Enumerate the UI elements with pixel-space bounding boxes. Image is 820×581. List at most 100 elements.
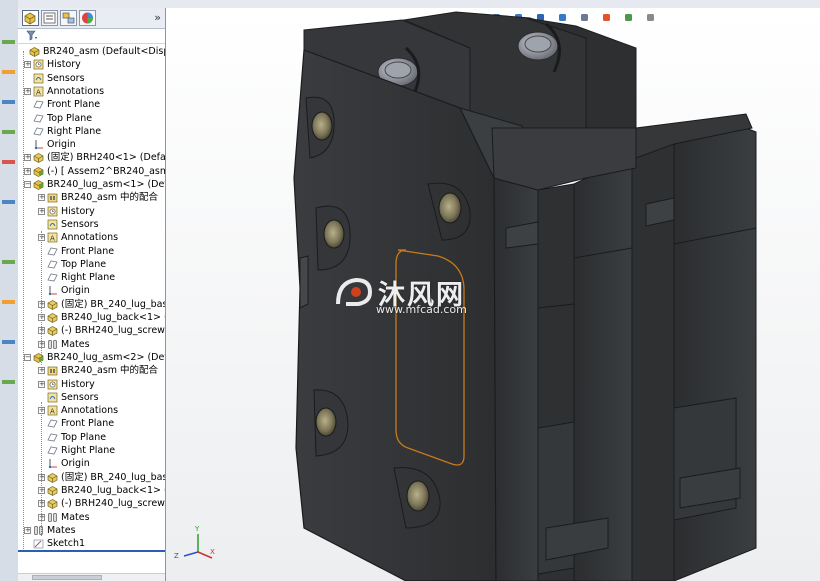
triad-x-label: X bbox=[210, 548, 215, 556]
part-icon bbox=[47, 498, 58, 510]
expand-toggle-icon[interactable]: + bbox=[38, 207, 45, 215]
mates-folder-icon bbox=[47, 192, 58, 203]
expand-toggle-icon[interactable]: + bbox=[24, 526, 31, 534]
sketch-icon bbox=[33, 538, 44, 549]
history-icon bbox=[47, 379, 58, 390]
tree-item-label: Front Plane bbox=[47, 99, 101, 111]
tree-guide-line bbox=[41, 402, 42, 536]
mates-icon bbox=[47, 512, 58, 523]
plane-icon bbox=[47, 246, 58, 257]
origin-icon bbox=[33, 139, 44, 150]
assembly-icon bbox=[29, 46, 40, 57]
tree-item-label: (-) [ Assem2^BR240_asm ] bbox=[47, 165, 167, 177]
command-strip-icon[interactable] bbox=[2, 160, 15, 164]
part-icon bbox=[47, 325, 58, 337]
command-strip-icon[interactable] bbox=[2, 40, 15, 44]
part-icon bbox=[47, 472, 58, 483]
tree-item-label: History bbox=[47, 59, 81, 71]
tree-item-label: Right Plane bbox=[47, 125, 102, 137]
tree-item-label: Sketch1 bbox=[47, 538, 86, 550]
tree-item-label: (-) BRH240_lug_screw< bbox=[61, 498, 167, 510]
svg-text:A: A bbox=[50, 235, 55, 243]
tree-item-label: Right Plane bbox=[61, 272, 116, 284]
graphics-viewport[interactable]: 沐风网 www.mfcad.com Y Z X bbox=[166, 8, 820, 581]
property-manager-tab[interactable] bbox=[41, 10, 58, 26]
expand-toggle-icon[interactable]: + bbox=[24, 154, 31, 162]
tree-item-label: BR240_lug_back<1> (D bbox=[61, 484, 167, 496]
triad-z-label: Z bbox=[174, 552, 179, 560]
tree-item-label: Origin bbox=[61, 458, 90, 470]
plane-icon bbox=[33, 126, 44, 137]
command-strip-icon[interactable] bbox=[2, 100, 15, 104]
command-manager-strip bbox=[0, 0, 19, 581]
history-icon bbox=[33, 59, 44, 70]
tree-guide-line bbox=[23, 51, 24, 551]
collapse-toggle-icon[interactable]: − bbox=[24, 181, 31, 188]
panel-horizontal-scrollbar[interactable] bbox=[18, 573, 165, 581]
tree-item-label: (固定) BRH240<1> (Defaul bbox=[47, 152, 167, 164]
tree-item-label: (-) BRH240_lug_screw< bbox=[61, 325, 167, 337]
display-manager-tab[interactable] bbox=[79, 10, 96, 26]
rollback-bar[interactable] bbox=[18, 550, 165, 552]
tree-item-label: Annotations bbox=[61, 405, 119, 417]
sensors-icon bbox=[47, 219, 58, 230]
watermark-url: www.mfcad.com bbox=[376, 303, 467, 316]
tree-item-label: BR240_lug_asm<2> (Defau bbox=[47, 351, 167, 363]
plane-icon bbox=[47, 259, 58, 270]
plane-icon bbox=[47, 418, 58, 429]
expand-toggle-icon[interactable]: + bbox=[24, 167, 31, 175]
configuration-manager-tab[interactable] bbox=[60, 10, 77, 26]
expand-toggle-icon[interactable]: + bbox=[38, 367, 45, 375]
command-strip-icon[interactable] bbox=[2, 340, 15, 344]
tree-item-label: History bbox=[61, 205, 95, 217]
tree-item-label: Right Plane bbox=[61, 445, 116, 456]
plane-icon bbox=[47, 432, 58, 443]
tree-item-label: Mates bbox=[47, 524, 76, 536]
tree-item-label: BR240_lug_asm<1> (Defau bbox=[47, 179, 167, 190]
tree-filter-bar bbox=[18, 28, 165, 44]
plane-icon bbox=[47, 272, 58, 283]
filter-icon[interactable] bbox=[26, 30, 38, 41]
expand-panel-icon[interactable]: » bbox=[154, 11, 161, 24]
subassembly-icon bbox=[33, 352, 44, 363]
command-strip-icon[interactable] bbox=[2, 130, 15, 134]
subassembly-icon bbox=[33, 166, 44, 177]
tree-item-label: Front Plane bbox=[61, 245, 115, 257]
svg-text:A: A bbox=[36, 88, 41, 96]
command-strip-icon[interactable] bbox=[2, 200, 15, 204]
tree-item-label: Top Plane bbox=[61, 258, 107, 270]
plane-icon bbox=[47, 445, 58, 456]
tree-item-label: History bbox=[61, 378, 95, 390]
expand-toggle-icon[interactable]: + bbox=[38, 380, 45, 388]
feature-manager-tab[interactable] bbox=[22, 10, 39, 26]
mates-icon bbox=[33, 525, 44, 536]
command-strip-icon[interactable] bbox=[2, 300, 15, 304]
expand-toggle-icon[interactable]: + bbox=[24, 61, 31, 69]
mates-icon bbox=[47, 339, 58, 350]
tree-item-label: (固定) BR_240_lug_base bbox=[61, 471, 167, 483]
tree-item-label: Origin bbox=[61, 285, 90, 297]
tree-item-label: BR240_asm 中的配合 bbox=[61, 192, 159, 204]
expand-toggle-icon[interactable]: + bbox=[38, 194, 45, 202]
origin-icon bbox=[47, 285, 58, 296]
sensors-icon bbox=[33, 73, 44, 84]
tree-item-label: Annotations bbox=[47, 85, 105, 97]
command-strip-icon[interactable] bbox=[2, 70, 15, 74]
triad-y-label: Y bbox=[194, 525, 200, 533]
part-icon bbox=[47, 312, 58, 323]
collapse-toggle-icon[interactable]: − bbox=[24, 353, 31, 361]
svg-text:A: A bbox=[50, 408, 55, 416]
expand-toggle-icon[interactable]: + bbox=[24, 87, 31, 95]
plane-icon bbox=[33, 113, 44, 124]
tree-item-label: Top Plane bbox=[61, 431, 107, 443]
history-icon bbox=[47, 206, 58, 217]
command-strip-icon[interactable] bbox=[2, 380, 15, 384]
tree-item-label: BR240_asm 中的配合 bbox=[61, 365, 159, 377]
reference-triad: Y Z X bbox=[174, 525, 215, 560]
tree-item-label: Sensors bbox=[47, 72, 85, 84]
sensors-icon bbox=[47, 392, 58, 403]
tree-item-label: Mates bbox=[61, 511, 90, 523]
scrollbar-thumb[interactable] bbox=[32, 575, 102, 580]
command-strip-icon[interactable] bbox=[2, 260, 15, 264]
plane-icon bbox=[33, 99, 44, 110]
